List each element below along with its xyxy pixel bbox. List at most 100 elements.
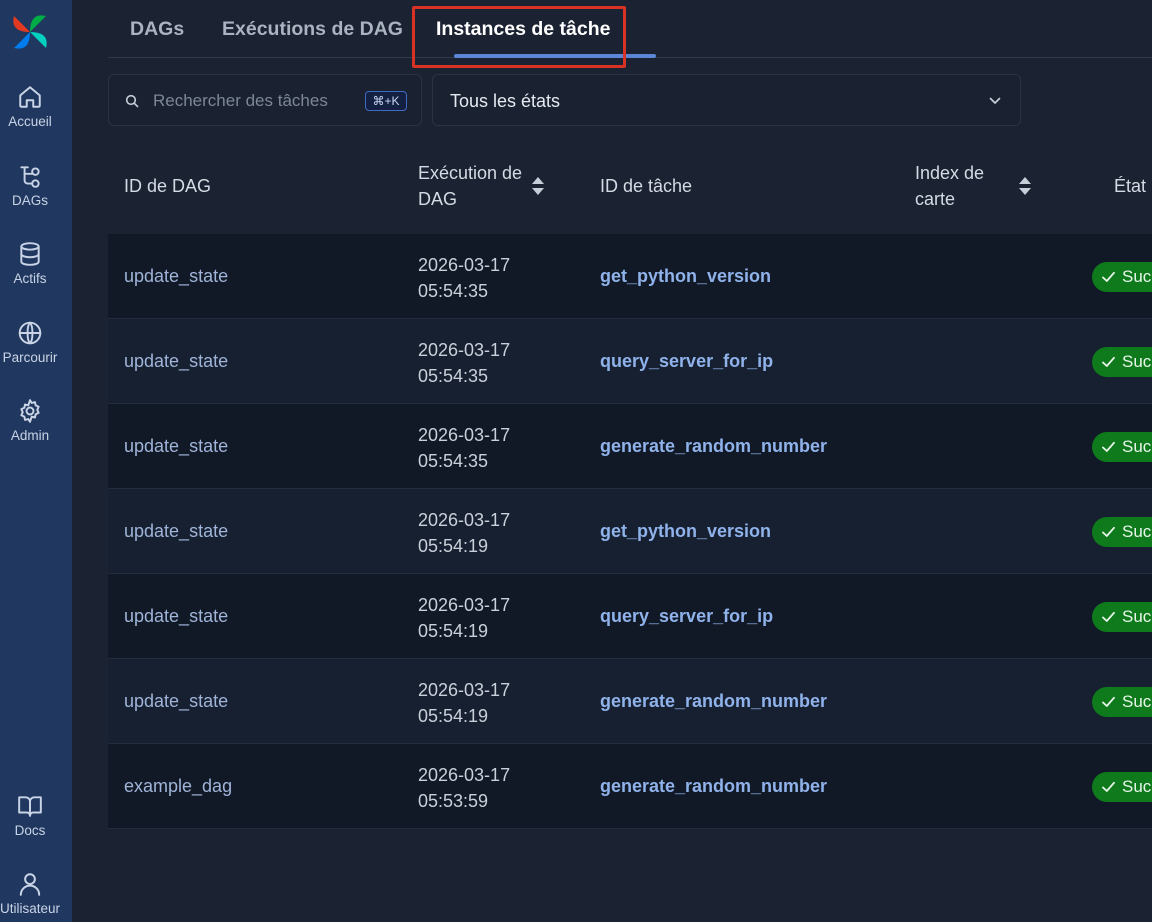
task-id-link[interactable]: generate_random_number xyxy=(600,776,827,797)
status-badge[interactable]: Succès xyxy=(1092,687,1152,717)
main-content: DAGs Exécutions de DAG Instances de tâch… xyxy=(72,0,1152,922)
table-header: ID de DAG Exécution de DAG ID de tâche I… xyxy=(108,140,1152,234)
status-badge[interactable]: Succès xyxy=(1092,432,1152,462)
run-date: 2026-03-17 xyxy=(418,595,511,615)
globe-icon xyxy=(18,321,42,345)
user-icon xyxy=(19,873,41,896)
state-select[interactable]: Tous les états xyxy=(432,74,1021,126)
run-time: 05:54:19 xyxy=(418,536,489,556)
header-task-id: ID de tâche xyxy=(600,176,693,196)
sidebar-item-assets[interactable]: Actifs xyxy=(0,241,60,286)
sidebar-item-label: Parcourir xyxy=(2,350,58,365)
shortcut-badge: ⌘+K xyxy=(365,91,407,111)
task-id-link[interactable]: get_python_version xyxy=(600,266,771,287)
sidebar-item-label: Admin xyxy=(10,428,50,443)
table-row[interactable]: update_state 2026-03-17 05:54:35 query_se… xyxy=(108,319,1152,404)
run-date: 2026-03-17 xyxy=(418,510,511,530)
status-badge[interactable]: Succès xyxy=(1092,347,1152,377)
dag-run-cell[interactable]: 2026-03-17 05:54:35 xyxy=(418,337,510,389)
run-time: 05:53:59 xyxy=(418,791,489,811)
task-id-link[interactable]: get_python_version xyxy=(600,521,771,542)
dag-run-cell[interactable]: 2026-03-17 05:53:59 xyxy=(418,762,510,814)
dag-id-cell[interactable]: update_state xyxy=(124,691,228,712)
search-input[interactable] xyxy=(153,87,353,115)
tab-dag-runs[interactable]: Exécutions de DAG xyxy=(222,18,403,41)
active-tab-indicator xyxy=(454,54,656,58)
state-select-value: Tous les états xyxy=(450,91,561,111)
dag-run-cell[interactable]: 2026-03-17 05:54:19 xyxy=(418,507,510,559)
sidebar: Accueil DAGs Actifs Parcourir Admin Docs… xyxy=(0,0,72,922)
status-badge[interactable]: Succès xyxy=(1092,602,1152,632)
airflow-logo[interactable] xyxy=(8,10,52,54)
dag-id-cell[interactable]: example_dag xyxy=(124,776,232,797)
dag-id-cell[interactable]: update_state xyxy=(124,351,228,372)
header-map-index-line: carte xyxy=(915,189,956,209)
sidebar-item-admin[interactable]: Admin xyxy=(0,398,60,443)
status-text: Succès xyxy=(1122,692,1152,711)
header-dag-run[interactable]: Exécution de DAG xyxy=(418,160,522,212)
table-row[interactable]: update_state 2026-03-17 05:54:19 query_se… xyxy=(108,574,1152,659)
check-icon xyxy=(1102,271,1115,282)
chevron-down-icon xyxy=(989,97,1001,104)
header-state: État xyxy=(1114,176,1147,196)
sidebar-item-home[interactable]: Accueil xyxy=(0,84,60,129)
search-box[interactable]: ⌘+K xyxy=(108,74,422,126)
sidebar-item-browse[interactable]: Parcourir xyxy=(0,320,60,365)
status-badge[interactable]: Succès xyxy=(1092,517,1152,547)
sidebar-item-user[interactable]: Utilisateur xyxy=(0,871,60,916)
sidebar-item-label: Docs xyxy=(14,823,46,838)
task-instances-table: ID de DAG Exécution de DAG ID de tâche I… xyxy=(108,140,1152,829)
check-icon xyxy=(1102,611,1115,622)
dag-id-cell[interactable]: update_state xyxy=(124,436,228,457)
header-dag-id: ID de DAG xyxy=(124,176,212,196)
dag-id-cell[interactable]: update_state xyxy=(124,606,228,627)
task-id-link[interactable]: query_server_for_ip xyxy=(600,351,773,372)
run-date: 2026-03-17 xyxy=(418,425,511,445)
status-text: Succès xyxy=(1122,607,1152,626)
dag-run-cell[interactable]: 2026-03-17 05:54:35 xyxy=(418,252,510,304)
task-id-link[interactable]: generate_random_number xyxy=(600,691,827,712)
sort-icon[interactable] xyxy=(1018,176,1032,196)
status-text: Succès xyxy=(1122,267,1152,286)
table-row[interactable]: example_dag 2026-03-17 05:53:59 generate_… xyxy=(108,744,1152,829)
table-row[interactable]: update_state 2026-03-17 05:54:19 generate… xyxy=(108,659,1152,744)
status-text: Succès xyxy=(1122,522,1152,541)
run-time: 05:54:35 xyxy=(418,281,489,301)
run-time: 05:54:19 xyxy=(418,621,489,641)
dag-run-cell[interactable]: 2026-03-17 05:54:35 xyxy=(418,422,510,474)
search-icon xyxy=(125,94,139,108)
run-date: 2026-03-17 xyxy=(418,340,511,360)
status-text: Succès xyxy=(1122,437,1152,456)
header-map-index[interactable]: Index de carte xyxy=(915,160,984,212)
tab-bar: DAGs Exécutions de DAG Instances de tâch… xyxy=(108,0,1152,58)
run-date: 2026-03-17 xyxy=(418,255,511,275)
sidebar-item-label: Utilisateur xyxy=(0,901,61,916)
home-icon xyxy=(19,86,41,108)
task-id-link[interactable]: query_server_for_ip xyxy=(600,606,773,627)
dag-id-cell[interactable]: update_state xyxy=(124,266,228,287)
run-time: 05:54:35 xyxy=(418,451,489,471)
sidebar-item-label: Actifs xyxy=(13,271,47,286)
run-time: 05:54:19 xyxy=(418,706,489,726)
table-row[interactable]: update_state 2026-03-17 05:54:35 generate… xyxy=(108,404,1152,489)
dag-id-cell[interactable]: update_state xyxy=(124,521,228,542)
header-map-index-line: Index de xyxy=(915,163,985,183)
sidebar-item-label: Accueil xyxy=(8,114,52,129)
status-badge[interactable]: Succès xyxy=(1092,772,1152,802)
sidebar-item-dags[interactable]: DAGs xyxy=(0,163,60,208)
tab-task-instances[interactable]: Instances de tâche xyxy=(436,18,611,41)
sidebar-item-docs[interactable]: Docs xyxy=(0,793,60,838)
tab-dags[interactable]: DAGs xyxy=(130,18,184,41)
dags-icon xyxy=(20,166,40,188)
check-icon xyxy=(1102,356,1115,367)
task-id-link[interactable]: generate_random_number xyxy=(600,436,827,457)
run-date: 2026-03-17 xyxy=(418,680,511,700)
dag-run-cell[interactable]: 2026-03-17 05:54:19 xyxy=(418,592,510,644)
table-row[interactable]: update_state 2026-03-17 05:54:19 get_pyth… xyxy=(108,489,1152,574)
status-badge[interactable]: Succès xyxy=(1092,262,1152,292)
table-row[interactable]: update_state 2026-03-17 05:54:35 get_pyth… xyxy=(108,234,1152,319)
run-time: 05:54:35 xyxy=(418,366,489,386)
check-icon xyxy=(1102,526,1115,537)
dag-run-cell[interactable]: 2026-03-17 05:54:19 xyxy=(418,677,510,729)
sort-icon[interactable] xyxy=(531,176,545,196)
